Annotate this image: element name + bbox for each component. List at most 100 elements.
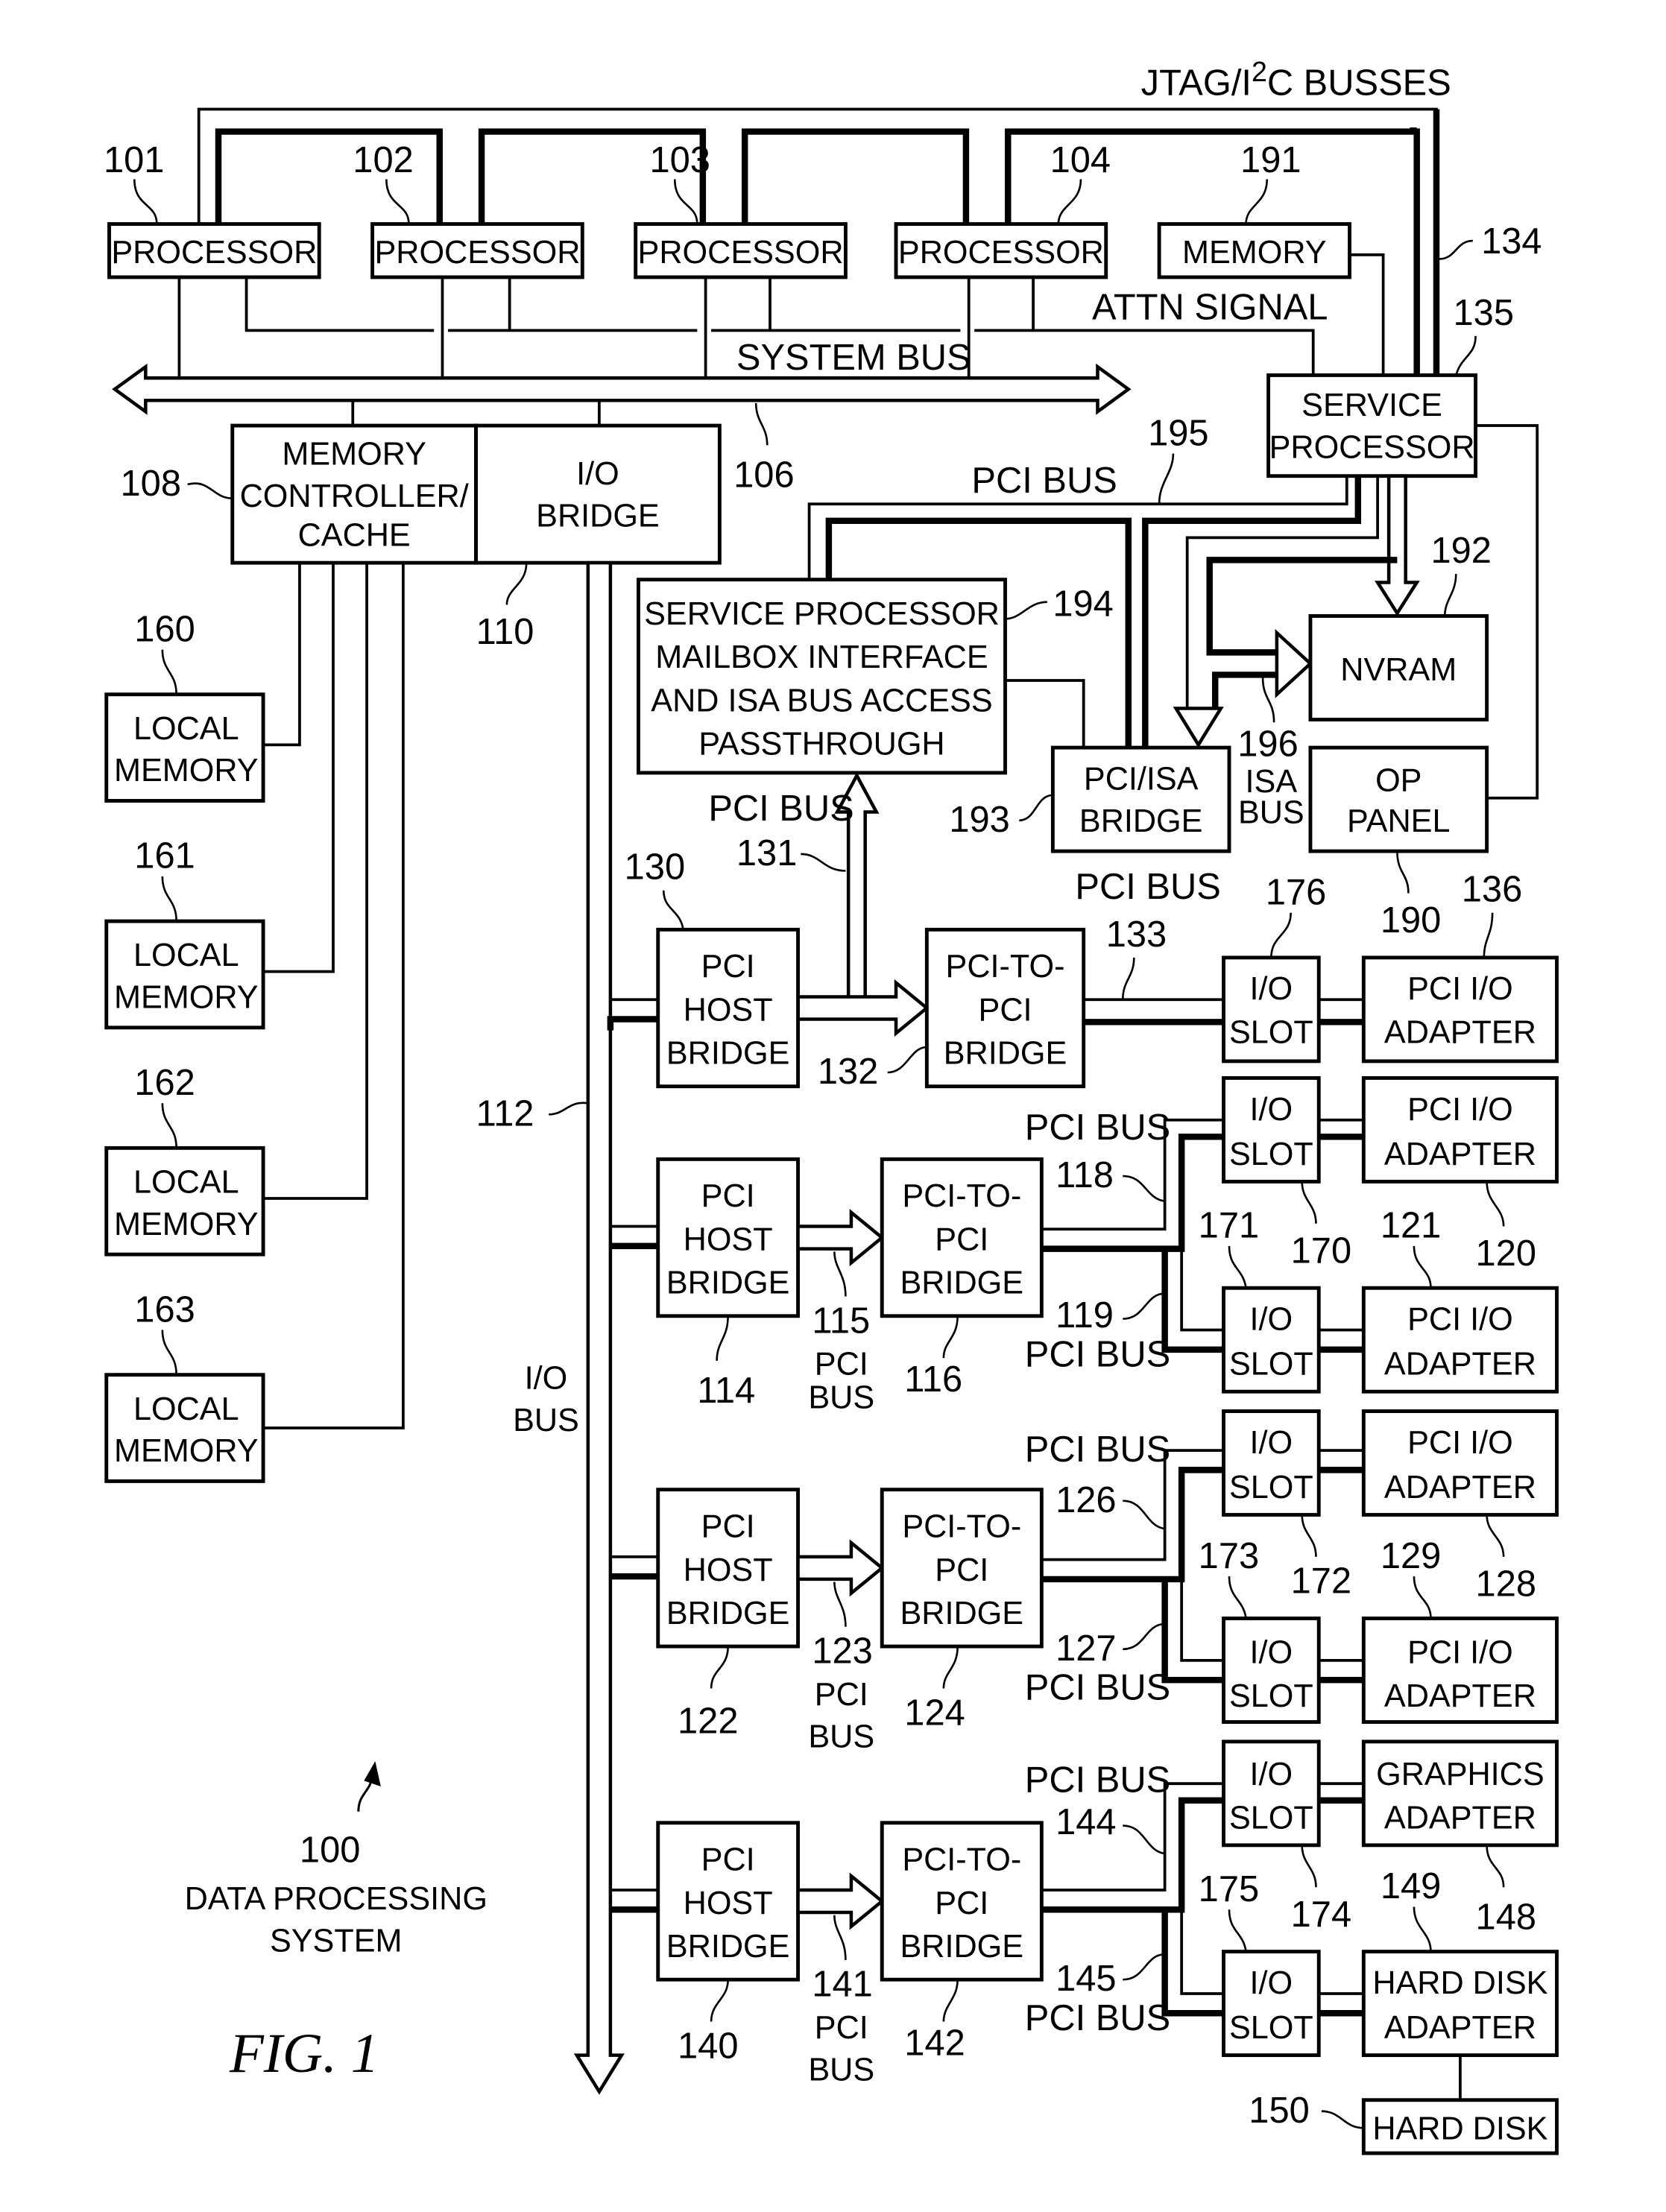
svg-text:PCI: PCI: [935, 1886, 988, 1921]
svg-text:148: 148: [1476, 1897, 1536, 1938]
svg-text:GRAPHICS: GRAPHICS: [1376, 1757, 1544, 1792]
svg-text:163: 163: [134, 1289, 195, 1330]
svg-text:I/O: I/O: [1250, 1965, 1293, 2001]
pci-bus-115: 115 PCI BUS: [796, 1209, 885, 1416]
svg-text:SLOT: SLOT: [1229, 1347, 1313, 1382]
ref-110: 110: [476, 612, 534, 652]
pci-bus-126-127: PCI BUS 126 127 PCI BUS: [1025, 1429, 1224, 1707]
svg-text:ADAPTER: ADAPTER: [1384, 1678, 1536, 1714]
svg-text:LOCAL: LOCAL: [133, 711, 239, 747]
processor-102: PROCESSOR 102: [353, 140, 584, 279]
processor-label: PROCESSOR: [898, 235, 1104, 271]
svg-text:LOCAL: LOCAL: [133, 1164, 239, 1200]
svg-text:195: 195: [1148, 413, 1208, 453]
svg-text:BRIDGE: BRIDGE: [900, 1596, 1024, 1631]
svg-text:I/O: I/O: [1250, 1635, 1293, 1671]
processor-label: PROCESSOR: [111, 235, 317, 271]
svg-text:116: 116: [904, 1359, 962, 1400]
svg-text:PCI-TO-: PCI-TO-: [946, 949, 1065, 985]
svg-text:MEMORY: MEMORY: [282, 437, 426, 473]
svg-text:142: 142: [904, 2023, 965, 2064]
svg-text:161: 161: [134, 836, 195, 876]
ref-101: 101: [104, 140, 164, 180]
attn-signal-label: ATTN SIGNAL: [1092, 287, 1328, 327]
svg-text:I/O: I/O: [1250, 1092, 1293, 1128]
svg-text:120: 120: [1476, 1233, 1536, 1274]
svg-text:170: 170: [1291, 1230, 1351, 1271]
system-bus-label: SYSTEM BUS: [736, 338, 971, 378]
svg-text:190: 190: [1381, 900, 1441, 941]
svg-text:PANEL: PANEL: [1347, 803, 1450, 839]
svg-text:BUS: BUS: [513, 1403, 579, 1438]
svg-text:160: 160: [134, 609, 195, 649]
graphics-adapter-148: GRAPHICS ADAPTER 148: [1361, 1739, 1559, 1938]
svg-text:PCI-TO-: PCI-TO-: [902, 1509, 1021, 1545]
svg-text:140: 140: [678, 2026, 738, 2066]
system-name-line1: DATA PROCESSING: [185, 1881, 488, 1917]
processor-label: PROCESSOR: [374, 235, 580, 271]
svg-text:PCI I/O: PCI I/O: [1407, 971, 1513, 1007]
pci-bus-144-145: PCI BUS 144 145 PCI BUS: [1025, 1760, 1224, 2038]
svg-text:I/O: I/O: [1250, 1302, 1293, 1338]
svg-text:126: 126: [1056, 1480, 1116, 1520]
ref-103: 103: [649, 140, 710, 180]
svg-text:PCI BUS: PCI BUS: [1025, 1107, 1170, 1148]
pci-to-pci-bridge-142: PCI-TO- PCI BRIDGE 142: [880, 1821, 1044, 2064]
processor-104: PROCESSOR 104: [894, 140, 1111, 279]
pci-host-bridge-122: PCI HOST BRIDGE 122: [656, 1488, 800, 1742]
svg-text:PCI BUS: PCI BUS: [971, 461, 1117, 501]
processor-103: PROCESSOR 103: [634, 140, 848, 279]
svg-text:PCI BUS: PCI BUS: [1025, 1998, 1170, 2038]
svg-text:I/O: I/O: [576, 456, 619, 492]
svg-text:PCI/ISA: PCI/ISA: [1084, 761, 1199, 797]
svg-text:PCI BUS: PCI BUS: [1025, 1429, 1170, 1470]
svg-text:PCI BUS: PCI BUS: [1075, 867, 1220, 907]
svg-text:ADAPTER: ADAPTER: [1384, 1014, 1536, 1050]
pci-bus-141: 141 PCI BUS: [796, 1872, 885, 2088]
isa-bus-196: 196 ISA BUS: [1237, 724, 1304, 830]
svg-text:ADAPTER: ADAPTER: [1384, 1137, 1536, 1172]
svg-text:I/O: I/O: [1250, 971, 1293, 1007]
svg-text:BUS: BUS: [808, 2052, 874, 2088]
data-processing-system-diagram: JTAG/I2C BUSSES 134 PROCESSOR 101 PROCES…: [104, 56, 1559, 2155]
svg-text:PCI I/O: PCI I/O: [1407, 1425, 1513, 1461]
svg-text:SLOT: SLOT: [1229, 1137, 1313, 1172]
svg-text:121: 121: [1381, 1206, 1441, 1246]
processor-101: PROCESSOR 101: [104, 140, 321, 279]
svg-text:SLOT: SLOT: [1229, 1800, 1313, 1836]
svg-text:PCI: PCI: [815, 1677, 868, 1713]
svg-text:PCI: PCI: [701, 1842, 755, 1878]
svg-text:127: 127: [1056, 1628, 1116, 1669]
svg-text:I/O: I/O: [525, 1360, 568, 1396]
svg-text:144: 144: [1056, 1802, 1116, 1842]
fig-label: FIG. 1: [229, 2023, 379, 2085]
pci-to-pci-bridge-116: PCI-TO- PCI BRIDGE 116: [880, 1157, 1044, 1400]
svg-text:CACHE: CACHE: [298, 518, 411, 554]
svg-text:MAILBOX INTERFACE: MAILBOX INTERFACE: [655, 639, 988, 675]
svg-text:ADAPTER: ADAPTER: [1384, 1347, 1536, 1382]
svg-text:PCI-TO-: PCI-TO-: [902, 1178, 1021, 1214]
svg-text:MEMORY: MEMORY: [114, 753, 259, 789]
svg-text:SLOT: SLOT: [1229, 2010, 1313, 2046]
io-bus: 112 I/O BUS: [476, 560, 658, 2095]
svg-text:PROCESSOR: PROCESSOR: [1269, 429, 1475, 465]
svg-text:BRIDGE: BRIDGE: [1079, 803, 1203, 839]
svg-text:128: 128: [1476, 1564, 1536, 1604]
pci-host-bridge-130: PCI HOST BRIDGE 130: [625, 847, 800, 1089]
svg-text:193: 193: [949, 800, 1009, 840]
svg-text:PCI I/O: PCI I/O: [1407, 1635, 1513, 1671]
svg-text:PCI I/O: PCI I/O: [1407, 1092, 1513, 1128]
svg-text:176: 176: [1266, 872, 1326, 912]
svg-text:172: 172: [1291, 1561, 1351, 1602]
local-memory-162: LOCAL MEMORY 162: [104, 1063, 265, 1257]
svg-text:174: 174: [1291, 1895, 1351, 1935]
svg-text:131: 131: [736, 833, 797, 873]
pci-host-bridge-114: PCI HOST BRIDGE 114: [656, 1157, 800, 1411]
svg-text:SERVICE PROCESSOR: SERVICE PROCESSOR: [644, 596, 1000, 632]
svg-text:BRIDGE: BRIDGE: [666, 1036, 790, 1072]
svg-text:NVRAM: NVRAM: [1340, 652, 1457, 688]
svg-text:PCI: PCI: [815, 2010, 868, 2046]
pci-io-adapter-136: PCI I/O ADAPTER 136: [1361, 870, 1559, 1064]
jtag-i2c-busses: JTAG/I2C BUSSES 134: [197, 56, 1542, 376]
local-memory-163: LOCAL MEMORY 163: [104, 1289, 265, 1483]
